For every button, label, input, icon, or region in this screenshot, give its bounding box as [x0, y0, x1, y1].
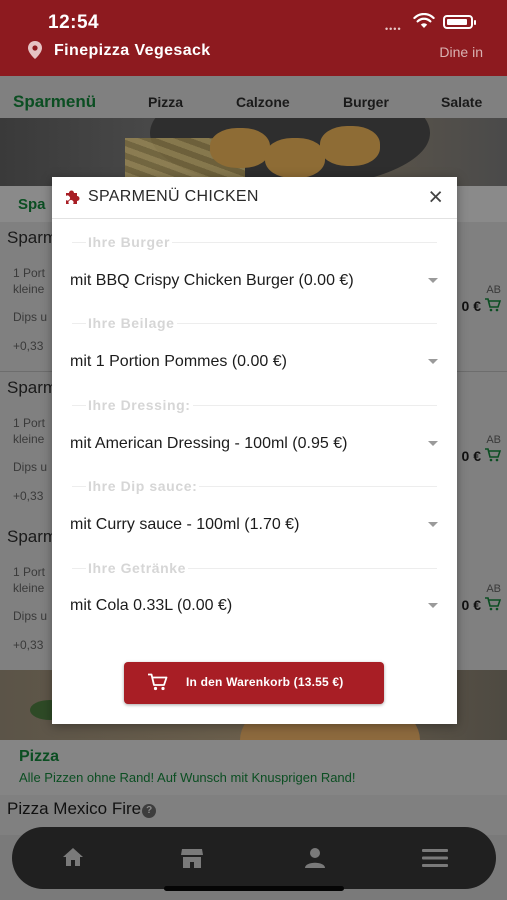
menu-item-desc: Dips u	[13, 460, 48, 474]
add-to-cart-label: In den Warenkorb (13.55 €)	[186, 675, 344, 689]
user-icon[interactable]	[304, 847, 326, 869]
menu-icon[interactable]	[422, 848, 448, 868]
menu-item-desc: 1 Port	[13, 416, 46, 430]
cart-icon	[148, 673, 168, 691]
battery-icon	[443, 15, 476, 29]
add-to-cart-icon[interactable]	[485, 597, 501, 611]
status-time: 12:54	[48, 12, 100, 33]
menu-item-price: 0 €	[461, 597, 481, 613]
side-select[interactable]: mit 1 Portion Pommes (0.00 €)	[70, 349, 440, 377]
home-indicator	[164, 886, 344, 891]
home-icon[interactable]	[62, 847, 84, 867]
menu-item-desc: Dips u	[13, 609, 48, 623]
modal-header: SPARMENÜ CHICKEN ×	[52, 177, 457, 219]
dressing-select[interactable]: mit American Dressing - 100ml (0.95 €)	[70, 431, 440, 459]
chevron-down-icon	[428, 359, 438, 364]
pizza-section-title: Pizza	[19, 748, 60, 765]
menu-item-desc: 1 Port	[13, 266, 46, 280]
status-bar: 12:54 ••••	[0, 0, 507, 40]
tab-salate[interactable]: Salate	[441, 94, 482, 110]
option-group-label: Ihre Getränke	[72, 560, 437, 576]
product-options-modal: SPARMENÜ CHICKEN × Ihre Burger mit BBQ C…	[52, 177, 457, 724]
close-icon[interactable]: ×	[428, 185, 443, 210]
menu-item-desc: +0,33	[13, 339, 44, 353]
tab-pizza[interactable]: Pizza	[148, 94, 183, 110]
menu-item-desc: +0,33	[13, 489, 44, 503]
option-group-label: Ihre Burger	[72, 234, 437, 250]
menu-item-name: Sparm	[7, 228, 58, 247]
select-value: mit 1 Portion Pommes (0.00 €)	[70, 353, 287, 370]
dine-in-toggle[interactable]: Dine in	[439, 44, 483, 60]
sparmenu-banner-image	[0, 118, 507, 186]
modal-title: SPARMENÜ CHICKEN	[88, 188, 259, 205]
drink-select[interactable]: mit Cola 0.33L (0.00 €)	[70, 593, 440, 621]
chevron-down-icon	[428, 522, 438, 527]
app-header: 12:54 •••• Finepizza Vegesack Dine in	[0, 0, 507, 76]
add-to-cart-button[interactable]: In den Warenkorb (13.55 €)	[124, 662, 384, 704]
add-to-cart-icon[interactable]	[485, 448, 501, 462]
category-tabs: Sparmenü Pizza Calzone Burger Salate	[0, 76, 507, 118]
store-name[interactable]: Finepizza Vegesack	[54, 42, 211, 60]
menu-item-desc: +0,33	[13, 638, 44, 652]
price-prefix: AB	[486, 284, 501, 296]
signal-icon: ••••	[385, 24, 402, 34]
location-pin-icon	[28, 41, 42, 59]
menu-item-desc: kleine	[13, 282, 45, 296]
burger-select[interactable]: mit BBQ Crispy Chicken Burger (0.00 €)	[70, 268, 440, 296]
puzzle-icon	[66, 190, 80, 204]
select-value: mit Cola 0.33L (0.00 €)	[70, 597, 233, 614]
option-group-label: Ihre Dip sauce:	[72, 478, 437, 494]
help-icon[interactable]: ?	[142, 804, 157, 818]
menu-item-name: Pizza Mexico Fire?	[7, 799, 157, 819]
store-icon[interactable]	[180, 847, 204, 869]
section-title: Spa	[18, 196, 46, 213]
tab-calzone[interactable]: Calzone	[236, 94, 290, 110]
price-prefix: AB	[486, 583, 501, 595]
menu-item-price: 0 €	[461, 448, 481, 464]
chevron-down-icon	[428, 278, 438, 283]
menu-item-name: Sparm	[7, 527, 58, 546]
pizza-section-header: Pizza Alle Pizzen ohne Rand! Auf Wunsch …	[0, 740, 507, 795]
add-to-cart-icon[interactable]	[485, 298, 501, 312]
chevron-down-icon	[428, 603, 438, 608]
pizza-section-subtitle: Alle Pizzen ohne Rand! Auf Wunsch mit Kn…	[19, 770, 356, 785]
menu-item-name: Sparm	[7, 378, 58, 397]
price-prefix: AB	[486, 434, 501, 446]
option-group-label: Ihre Beilage	[72, 315, 437, 331]
menu-item-desc: kleine	[13, 581, 45, 595]
chevron-down-icon	[428, 441, 438, 446]
menu-item-desc: Dips u	[13, 310, 48, 324]
menu-item-desc: 1 Port	[13, 565, 46, 579]
wifi-icon	[413, 13, 435, 28]
bottom-navigation	[12, 827, 496, 889]
menu-item-desc: kleine	[13, 432, 45, 446]
select-value: mit American Dressing - 100ml (0.95 €)	[70, 435, 348, 452]
select-value: mit Curry sauce - 100ml (1.70 €)	[70, 516, 300, 533]
select-value: mit BBQ Crispy Chicken Burger (0.00 €)	[70, 272, 354, 289]
option-group-label: Ihre Dressing:	[72, 397, 437, 413]
tab-burger[interactable]: Burger	[343, 94, 389, 110]
dip-sauce-select[interactable]: mit Curry sauce - 100ml (1.70 €)	[70, 512, 440, 540]
tab-sparmenu[interactable]: Sparmenü	[13, 92, 96, 112]
menu-item-price: 0 €	[461, 298, 481, 314]
